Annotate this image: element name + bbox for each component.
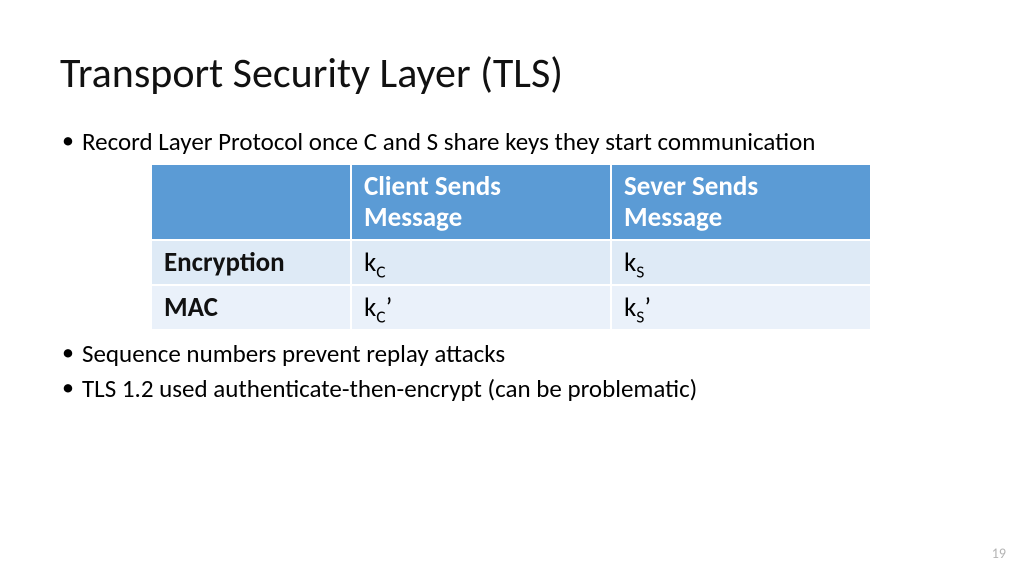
table-row: MAC kC’ kS’ (151, 285, 871, 330)
row-label-encryption: Encryption (151, 240, 351, 285)
cell-mac-client: kC’ (351, 285, 611, 330)
k-base: k (364, 291, 376, 324)
cell-mac-server: kS’ (611, 285, 871, 330)
k-sub: C (376, 260, 385, 282)
key-table-wrap: Client Sends Message Sever Sends Message… (150, 163, 964, 331)
k-base: k (624, 291, 636, 324)
k-sub: C (376, 305, 385, 327)
bullet-list: Record Layer Protocol once C and S share… (60, 127, 964, 157)
table-header-blank (151, 164, 351, 240)
table-header-client: Client Sends Message (351, 164, 611, 240)
row-label-mac: MAC (151, 285, 351, 330)
key-table: Client Sends Message Sever Sends Message… (150, 163, 872, 331)
k-suffix: ’ (386, 291, 393, 324)
bullet-list: Sequence numbers prevent replay attacks … (60, 339, 964, 404)
k-base: k (364, 246, 376, 279)
table-header-server: Sever Sends Message (611, 164, 871, 240)
bullet-item: Sequence numbers prevent replay attacks (60, 339, 964, 369)
slide-title: Transport Security Layer (TLS) (60, 48, 964, 99)
slide: Transport Security Layer (TLS) Record La… (0, 0, 1024, 576)
cell-enc-client: kC (351, 240, 611, 285)
k-base: k (624, 246, 636, 279)
k-sub: S (636, 260, 644, 282)
bullet-item: TLS 1.2 used authenticate-then-encrypt (… (60, 374, 964, 404)
page-number: 19 (992, 545, 1006, 562)
table-header-row: Client Sends Message Sever Sends Message (151, 164, 871, 240)
k-suffix: ’ (644, 291, 651, 324)
bullet-item: Record Layer Protocol once C and S share… (60, 127, 964, 157)
cell-enc-server: kS (611, 240, 871, 285)
table-row: Encryption kC kS (151, 240, 871, 285)
